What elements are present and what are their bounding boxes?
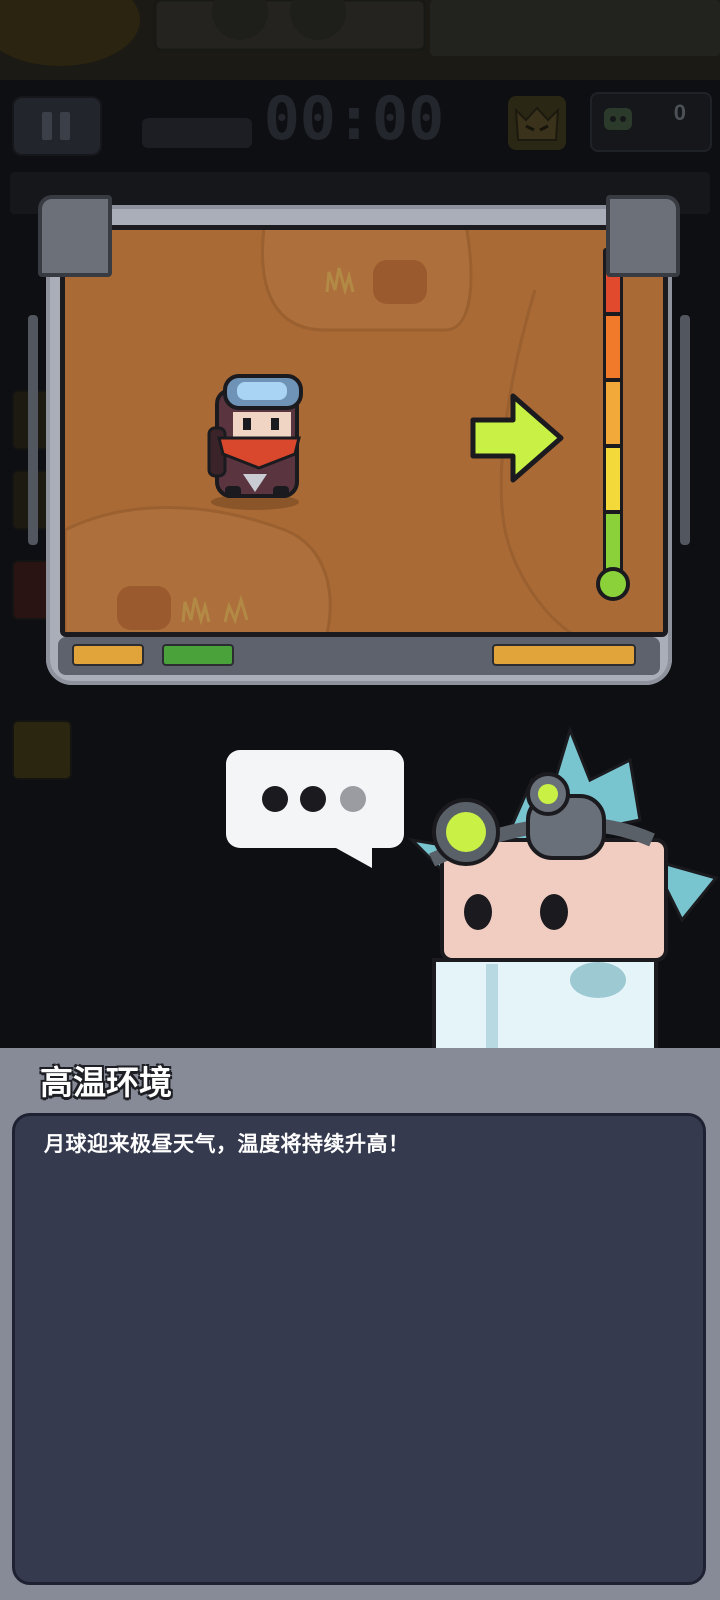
- tutorial-message: 月球迎来极昼天气，温度将持续升高！: [44, 1133, 410, 1156]
- game-background: 00:00 0: [0, 0, 720, 1048]
- kill-counter: 0: [590, 92, 712, 152]
- machine-decor: [0, 0, 720, 66]
- monitor-corner: [38, 195, 112, 277]
- monitor-handle-left: [28, 315, 38, 545]
- boss-face-icon: [508, 96, 566, 150]
- tutorial-message-box[interactable]: [12, 1113, 706, 1585]
- scientist-character: [407, 725, 719, 1048]
- status-led: [72, 644, 144, 666]
- monitor-handle-right: [680, 315, 690, 545]
- typing-dots-icon: [262, 786, 288, 812]
- pause-button[interactable]: [12, 96, 102, 156]
- monitor-corner: [606, 195, 680, 277]
- player-character: [207, 374, 303, 510]
- tutorial-monitor: [28, 195, 690, 685]
- kill-count: 0: [673, 100, 686, 125]
- skull-icon: [604, 108, 632, 130]
- tutorial-title: 高温环境: [40, 1064, 172, 1101]
- speech-bubble: [226, 750, 404, 848]
- side-skill-slot: [12, 720, 72, 780]
- status-led: [162, 644, 234, 666]
- typing-dot: [300, 786, 326, 812]
- game-timer: 00:00: [263, 84, 445, 154]
- typing-dot: [340, 786, 366, 812]
- screen-scene: [65, 230, 663, 632]
- arrow-right-icon: [470, 393, 564, 483]
- hud-progress-pill: [142, 118, 252, 148]
- pause-icon: [42, 112, 52, 140]
- speech-bubble-tail: [318, 838, 372, 868]
- monitor-control-panel: [58, 637, 660, 675]
- thermometer-icon: [596, 248, 630, 601]
- monitor-screen: [60, 225, 668, 637]
- top-decor: [0, 0, 720, 80]
- pause-icon-bar: [60, 112, 70, 140]
- status-led: [492, 644, 636, 666]
